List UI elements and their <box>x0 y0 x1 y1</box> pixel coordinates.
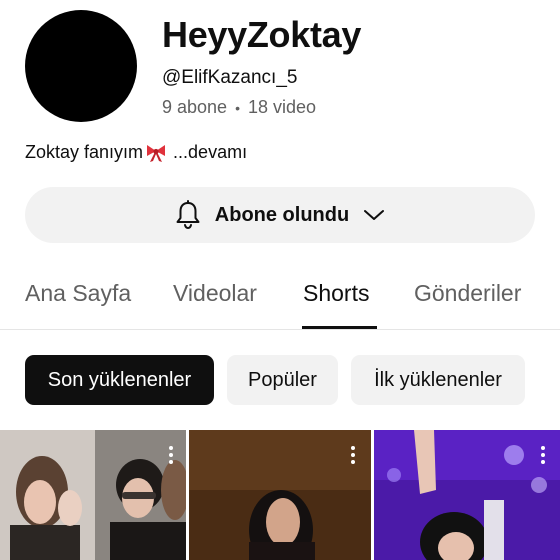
more-options-icon[interactable] <box>540 446 546 467</box>
video-count: 18 video <box>247 97 317 117</box>
channel-handle: @ElifKazancı_5 <box>162 67 298 88</box>
ribbon-icon <box>145 143 167 163</box>
short-thumbnail[interactable] <box>0 430 186 560</box>
channel-stats: 9 abone • 18 video <box>162 97 316 118</box>
subscribed-label: Abone olundu <box>214 203 350 226</box>
subscribed-button[interactable]: Abone olundu <box>25 187 535 243</box>
tab-posts[interactable]: Gönderiler <box>414 280 521 307</box>
tab-shorts[interactable]: Shorts <box>303 280 369 307</box>
filter-chip-latest[interactable]: Son yüklenenler <box>25 355 214 405</box>
subscriber-count: 9 abone <box>162 97 228 117</box>
tab-videos[interactable]: Videolar <box>173 280 257 307</box>
active-tab-indicator <box>302 326 377 329</box>
short-thumbnail-image <box>0 430 186 560</box>
short-thumbnail[interactable] <box>374 430 560 560</box>
more-options-icon[interactable] <box>350 446 356 467</box>
tab-home[interactable]: Ana Sayfa <box>25 280 131 307</box>
more-options-icon[interactable] <box>168 446 174 467</box>
filter-chip-oldest[interactable]: İlk yüklenenler <box>351 355 525 405</box>
channel-description[interactable]: Zoktay fanıyım ...devamı <box>25 142 247 163</box>
short-thumbnail-image <box>189 430 371 560</box>
filter-chip-popular[interactable]: Popüler <box>227 355 338 405</box>
channel-tabs: Ana Sayfa Videolar Shorts Gönderiler <box>0 262 560 330</box>
separator-dot: • <box>235 99 240 116</box>
description-text: Zoktay fanıyım <box>25 142 144 162</box>
channel-avatar[interactable] <box>25 10 137 122</box>
channel-name: HeyyZoktay <box>162 14 362 55</box>
description-more-link[interactable]: ...devamı <box>173 142 247 163</box>
chevron-down-icon <box>363 208 385 222</box>
bell-icon <box>175 200 201 230</box>
short-thumbnail-image <box>374 430 560 560</box>
short-thumbnail[interactable] <box>189 430 371 560</box>
